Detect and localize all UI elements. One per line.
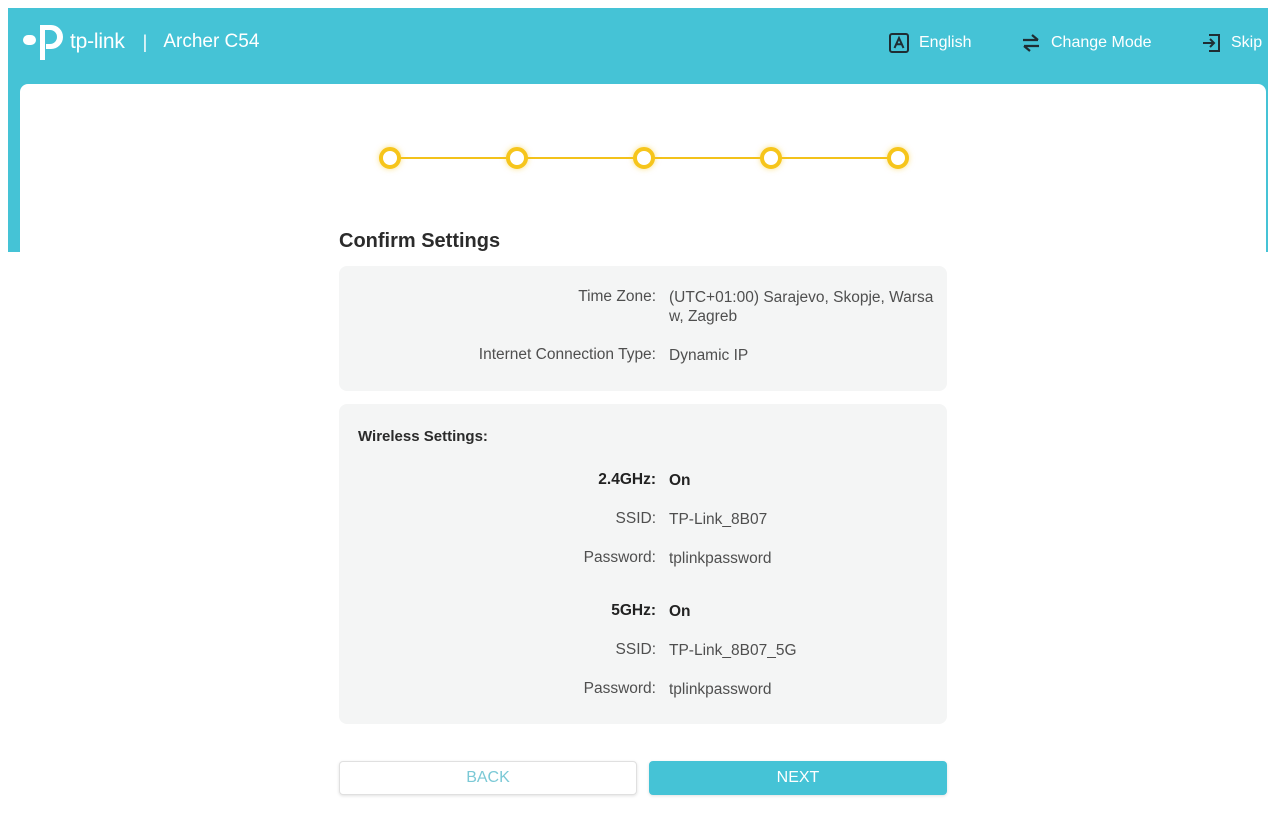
band-24-password-label: Password: bbox=[583, 549, 656, 566]
connection-type-value: Dynamic IP bbox=[669, 347, 749, 364]
wireless-settings-label: Wireless Settings: bbox=[358, 428, 488, 445]
language-button[interactable]: English bbox=[888, 30, 971, 56]
change-mode-button[interactable]: Change Mode bbox=[1020, 30, 1152, 56]
band-5-status: On bbox=[669, 603, 691, 620]
skip-label: Skip bbox=[1231, 34, 1263, 51]
band-5-label: 5GHz: bbox=[611, 602, 656, 619]
band-24-label: 2.4GHz: bbox=[598, 471, 656, 488]
band-5-password-value: tplinkpassword bbox=[669, 681, 772, 698]
top-bar: tp-link | Archer C54 English Change Mode… bbox=[8, 8, 1268, 84]
language-label: English bbox=[919, 34, 972, 51]
general-settings-panel: Time Zone: (UTC+01:00) Sarajevo, Skopje,… bbox=[339, 266, 947, 391]
band-24-status: On bbox=[669, 472, 691, 489]
connection-type-label: Internet Connection Type: bbox=[478, 346, 656, 363]
step-1-indicator bbox=[379, 147, 401, 169]
band-24-ssid-label: SSID: bbox=[615, 510, 656, 527]
band-5-password-label: Password: bbox=[583, 680, 656, 697]
band-24-password-value: tplinkpassword bbox=[669, 550, 772, 567]
band-24-ssid-value: TP-Link_8B07 bbox=[669, 511, 768, 528]
tp-link-logo-icon bbox=[23, 25, 63, 60]
time-zone-label: Time Zone: bbox=[578, 288, 656, 305]
time-zone-value: (UTC+01:00) Sarajevo, Skopje, Warsaw, Za… bbox=[669, 289, 934, 325]
language-icon bbox=[889, 33, 909, 53]
page-title: Confirm Settings bbox=[339, 230, 501, 252]
change-mode-icon bbox=[1023, 34, 1039, 52]
next-button[interactable]: NEXT bbox=[649, 761, 947, 795]
model-name: Archer C54 bbox=[163, 31, 260, 52]
skip-icon bbox=[1203, 34, 1220, 52]
band-5-ssid-value: TP-Link_8B07_5G bbox=[669, 642, 797, 659]
skip-button[interactable]: Skip bbox=[1200, 30, 1262, 56]
band-5-ssid-label: SSID: bbox=[615, 641, 656, 658]
step-2-indicator bbox=[506, 147, 528, 169]
step-3-indicator bbox=[633, 147, 655, 169]
progress-stepper bbox=[379, 146, 909, 170]
change-mode-label: Change Mode bbox=[1051, 34, 1152, 51]
step-4-indicator bbox=[760, 147, 782, 169]
back-button[interactable]: BACK bbox=[339, 761, 637, 795]
tp-link-logo: tp-link | Archer C54 bbox=[20, 22, 259, 62]
brand-name: tp-link bbox=[70, 30, 125, 53]
header-separator: | bbox=[142, 31, 148, 52]
step-5-indicator bbox=[887, 147, 909, 169]
wireless-settings-panel: Wireless Settings: 2.4GHz: On SSID: TP-L… bbox=[339, 404, 947, 724]
